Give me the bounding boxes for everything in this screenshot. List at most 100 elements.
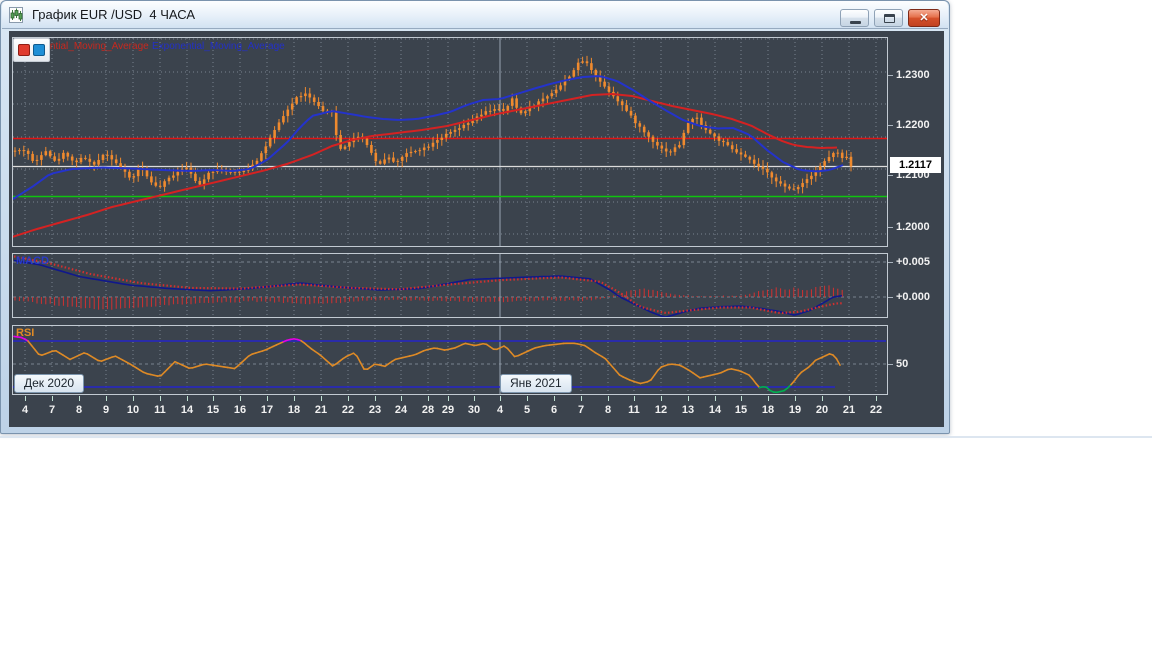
macd-axis-label: +0.000 <box>896 291 930 303</box>
horizontal-lines-layer <box>13 137 887 198</box>
x-axis-tick <box>133 396 134 401</box>
x-axis-tick <box>500 396 501 401</box>
title-bar[interactable]: График EUR /USD 4 ЧАСА ✕ <box>2 1 948 29</box>
x-axis-tick <box>267 396 268 401</box>
x-axis-label: 22 <box>341 404 355 416</box>
x-axis-tick <box>822 396 823 401</box>
axis-tick <box>888 297 893 298</box>
x-axis-tick <box>768 396 769 401</box>
rsi-canvas[interactable] <box>12 325 888 395</box>
x-axis-tick <box>474 396 475 401</box>
x-axis-tick <box>428 396 429 401</box>
x-axis-label: 18 <box>761 404 775 416</box>
x-axis-tick <box>554 396 555 401</box>
axis-tick <box>888 262 893 263</box>
axis-tick <box>888 125 893 126</box>
x-axis-label: 15 <box>206 404 220 416</box>
x-axis-tick <box>187 396 188 401</box>
x-axis-tick <box>52 396 53 401</box>
x-axis-label: 11 <box>628 404 640 416</box>
rsi-axis-label: 50 <box>896 358 909 370</box>
x-axis-label: 14 <box>708 404 722 416</box>
x-axis-label: 30 <box>467 404 481 416</box>
x-axis-label: 24 <box>394 404 408 416</box>
x-axis-label: 4 <box>496 404 504 416</box>
price-chart-panel[interactable] <box>12 37 888 247</box>
x-axis-label: 20 <box>815 404 829 416</box>
x-axis-label: 9 <box>102 404 110 416</box>
maximize-icon <box>884 14 895 23</box>
x-axis-label: 6 <box>550 404 558 416</box>
maximize-button[interactable] <box>874 9 903 27</box>
x-axis-tick <box>634 396 635 401</box>
x-axis-tick <box>106 396 107 401</box>
price-axis-label: 1.2200 <box>896 119 930 131</box>
hgrid-layer <box>13 261 887 298</box>
rsi-panel[interactable] <box>12 325 888 395</box>
window-controls: ✕ <box>840 9 940 27</box>
x-axis-tick <box>240 396 241 401</box>
candles-layer <box>13 55 853 194</box>
x-axis-label: 12 <box>654 404 668 416</box>
x-axis-tick <box>375 396 376 401</box>
x-axis-label: 8 <box>75 404 83 416</box>
x-axis-tick <box>876 396 877 401</box>
x-axis-tick <box>849 396 850 401</box>
x-axis-label: 15 <box>734 404 748 416</box>
hgrid-layer <box>13 38 887 235</box>
grid-layer <box>24 326 877 394</box>
x-axis-label: 17 <box>260 404 274 416</box>
x-axis-label: 4 <box>21 404 29 416</box>
x-axis-tick <box>661 396 662 401</box>
month-badge-jan-2021: Янв 2021 <box>500 374 572 393</box>
minimize-icon <box>850 21 861 24</box>
axis-tick <box>888 227 893 228</box>
rsi-indicator-label: RSI <box>16 327 35 339</box>
x-axis-tick <box>321 396 322 401</box>
minimize-button[interactable] <box>840 9 869 27</box>
x-axis-tick <box>795 396 796 401</box>
close-icon: ✕ <box>919 12 929 24</box>
x-axis-tick <box>715 396 716 401</box>
close-button[interactable]: ✕ <box>908 9 940 27</box>
candlestick-chart-icon <box>9 6 23 23</box>
x-axis-tick <box>448 396 449 401</box>
ema-slow-color-chip[interactable] <box>33 44 45 56</box>
price-chart-canvas[interactable] <box>12 37 888 247</box>
price-axis-label: 1.2000 <box>896 221 930 233</box>
macd-canvas[interactable] <box>12 253 888 318</box>
indicator-buttons <box>13 38 50 62</box>
x-axis-label: 7 <box>577 404 585 416</box>
ema-slow-line <box>12 92 838 238</box>
x-axis-label: 21 <box>842 404 856 416</box>
x-axis-tick <box>741 396 742 401</box>
x-axis-tick <box>348 396 349 401</box>
macd-axis-label: +0.005 <box>896 256 930 268</box>
x-axis-label: 21 <box>314 404 328 416</box>
macd-line <box>13 259 843 318</box>
window-title: График EUR /USD 4 ЧАСА <box>32 7 196 22</box>
macd-indicator-label: MACD <box>16 255 49 267</box>
ema-fast-color-chip[interactable] <box>18 44 30 56</box>
page-divider <box>0 436 1152 438</box>
x-axis-tick <box>527 396 528 401</box>
x-axis-tick <box>401 396 402 401</box>
price-axis-label: 1.2300 <box>896 69 930 81</box>
x-axis-label: 13 <box>681 404 695 416</box>
x-axis-label: 7 <box>48 404 56 416</box>
month-badge-dec-2020: Дек 2020 <box>14 374 85 393</box>
x-axis-label: 14 <box>180 404 194 416</box>
x-axis-tick <box>294 396 295 401</box>
grid-layer <box>24 38 877 246</box>
macd-panel[interactable] <box>12 253 888 318</box>
x-axis-label: 11 <box>154 404 166 416</box>
ema-layer <box>12 75 844 238</box>
x-axis-tick <box>688 396 689 401</box>
x-axis-tick <box>213 396 214 401</box>
x-axis-label: 5 <box>523 404 531 416</box>
x-axis-label: 18 <box>287 404 301 416</box>
x-axis-tick <box>608 396 609 401</box>
x-axis-tick <box>79 396 80 401</box>
x-axis-tick <box>581 396 582 401</box>
x-axis-tick <box>25 396 26 401</box>
